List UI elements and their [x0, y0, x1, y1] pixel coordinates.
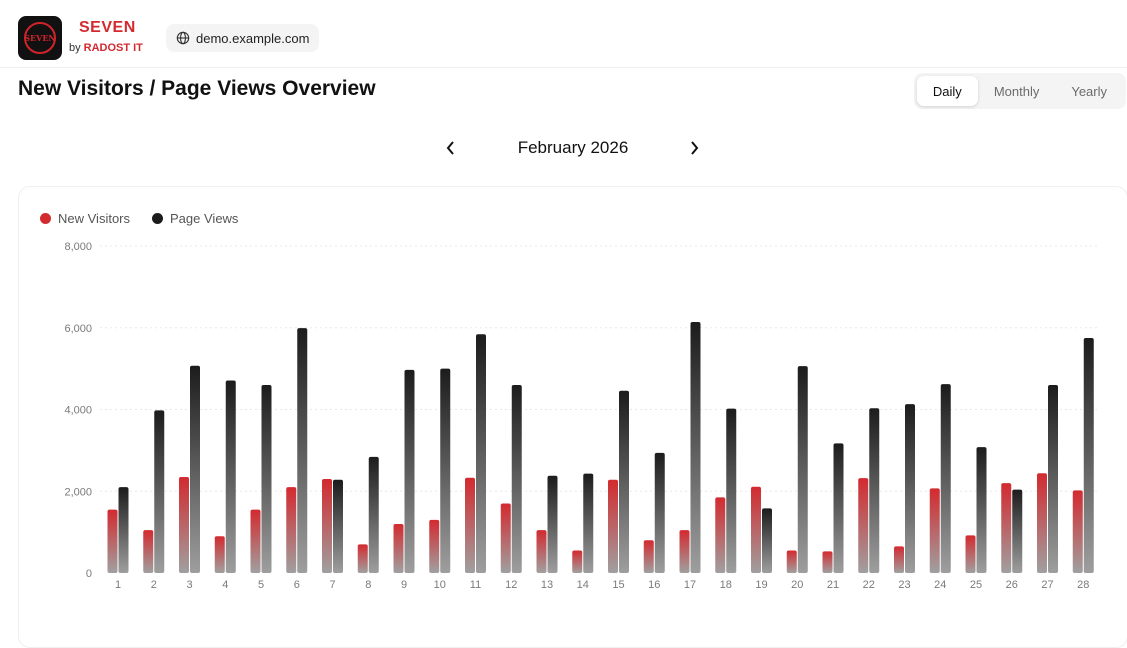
bar-new-visitors	[608, 479, 618, 573]
x-tick-label: 8	[365, 579, 371, 591]
bar-new-visitors	[536, 530, 547, 573]
bar-new-visitors	[1037, 473, 1047, 573]
x-tick-label: 24	[934, 579, 946, 591]
x-tick-label: 11	[470, 579, 481, 591]
bar-new-visitors	[214, 536, 225, 573]
x-tick-label: 15	[612, 579, 624, 591]
bar-new-visitors	[429, 519, 440, 573]
x-tick-label: 17	[684, 579, 696, 591]
bar-new-visitors	[465, 477, 475, 573]
bar-new-visitors	[143, 530, 154, 573]
bar-page-views	[940, 384, 951, 573]
bar-new-visitors	[322, 478, 332, 573]
x-tick-label: 5	[258, 579, 264, 591]
bar-page-views	[333, 479, 343, 573]
bar-new-visitors	[357, 544, 368, 573]
y-tick-label: 4,000	[64, 405, 92, 417]
x-tick-label: 14	[577, 579, 589, 591]
bar-page-views	[261, 384, 272, 573]
bar-page-views	[869, 408, 880, 573]
bar-new-visitors	[572, 550, 583, 573]
bar-new-visitors	[286, 487, 297, 573]
x-tick-label: 13	[541, 579, 553, 591]
y-tick-label: 0	[86, 568, 92, 580]
bar-new-visitors	[965, 535, 976, 573]
x-tick-label: 2	[151, 579, 157, 591]
bar-page-views	[154, 410, 165, 573]
x-tick-label: 4	[222, 579, 228, 591]
x-tick-label: 16	[648, 579, 660, 591]
bar-new-visitors	[250, 509, 261, 573]
bar-page-views	[762, 508, 772, 573]
bar-new-visitors	[500, 503, 511, 573]
bar-page-views	[1083, 337, 1094, 573]
x-tick-label: 23	[898, 579, 910, 591]
x-tick-label: 25	[970, 579, 982, 591]
bar-new-visitors	[393, 523, 404, 573]
y-tick-label: 6,000	[64, 323, 92, 335]
bar-new-visitors	[179, 476, 189, 573]
x-tick-label: 26	[1006, 579, 1018, 591]
bar-page-views	[1048, 384, 1058, 573]
bar-page-views	[476, 334, 486, 573]
bar-page-views	[225, 380, 236, 573]
x-tick-label: 1	[115, 579, 121, 591]
x-tick-label: 18	[720, 579, 732, 591]
bar-page-views	[654, 452, 665, 573]
bar-page-views	[905, 404, 915, 573]
bar-new-visitors	[643, 540, 654, 573]
bar-page-views	[583, 473, 594, 573]
bar-new-visitors	[1001, 483, 1012, 573]
bar-page-views	[726, 408, 737, 573]
bar-page-views	[1012, 489, 1023, 573]
bar-new-visitors	[894, 546, 904, 573]
x-tick-label: 27	[1041, 579, 1053, 591]
y-tick-label: 2,000	[64, 486, 92, 498]
bar-new-visitors	[679, 530, 690, 573]
bar-new-visitors	[822, 551, 833, 573]
x-tick-label: 9	[401, 579, 407, 591]
bar-page-views	[619, 390, 629, 573]
x-tick-label: 7	[329, 579, 335, 591]
bar-page-views	[690, 322, 701, 573]
bar-page-views	[833, 443, 844, 573]
bar-page-views	[511, 384, 522, 573]
x-tick-label: 12	[505, 579, 517, 591]
bar-page-views	[118, 487, 129, 573]
x-tick-label: 21	[827, 579, 839, 591]
bar-page-views	[440, 368, 451, 573]
bar-new-visitors	[858, 478, 869, 573]
x-tick-label: 22	[863, 579, 875, 591]
x-tick-label: 28	[1077, 579, 1089, 591]
bar-new-visitors	[107, 509, 118, 573]
bar-page-views	[404, 369, 415, 573]
x-tick-label: 20	[791, 579, 803, 591]
bar-page-views	[190, 365, 200, 573]
bar-new-visitors	[786, 550, 797, 573]
x-tick-label: 19	[755, 579, 767, 591]
bar-page-views	[547, 475, 558, 573]
bar-page-views	[368, 456, 379, 573]
x-tick-label: 6	[294, 579, 300, 591]
x-tick-label: 10	[434, 579, 446, 591]
bar-chart: 02,0004,0006,0008,0001 2 3 4 5 6 7 8 9 10 11 12 13 14…	[64, 241, 1100, 591]
bar-page-views	[976, 447, 987, 573]
y-tick-label: 8,000	[64, 241, 92, 253]
x-tick-label: 3	[186, 579, 192, 591]
bar-page-views	[297, 328, 308, 573]
bar-new-visitors	[1072, 490, 1083, 573]
bar-new-visitors	[929, 488, 940, 573]
bar-new-visitors	[715, 497, 726, 573]
bar-new-visitors	[751, 486, 761, 573]
bar-page-views	[797, 366, 808, 573]
